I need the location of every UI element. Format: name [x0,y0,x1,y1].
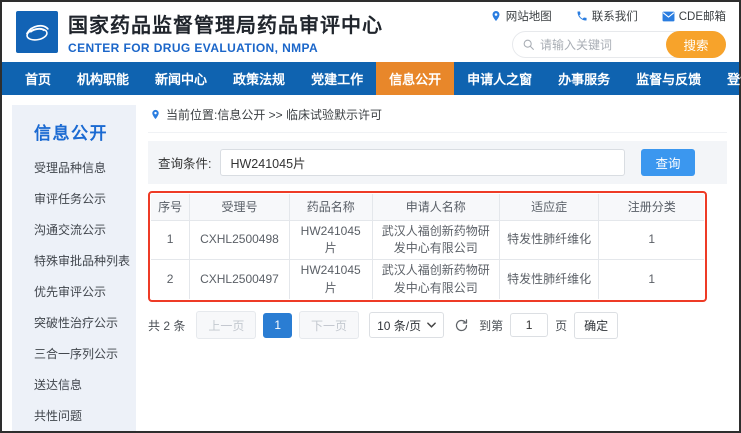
sidebar-item-common-issues[interactable]: 共性问题 [12,400,136,431]
col-header-applicant: 申请人名称 [372,194,499,220]
results-table-highlight-box: 序号 受理号 药品名称 申请人名称 适应症 注册分类 1 CXHL2500498 [148,191,707,302]
search-bar: 搜索 [512,31,726,58]
top-link-label: 联系我们 [592,8,638,24]
location-pin-icon [150,108,161,121]
main-panel: 当前位置:信息公开 >> 临床试验默示许可 查询条件: 查询 序号 受理号 药品… [148,105,727,431]
sidebar-item-priority-review[interactable]: 优先审评公示 [12,276,136,307]
breadcrumb: 当前位置:信息公开 >> 临床试验默示许可 [148,105,727,133]
phone-icon [576,10,588,22]
cell-acceptance-no: CXHL2500497 [190,260,290,299]
cell-drug-name: HW241045片 [289,260,372,299]
swan-swirl-icon [20,15,54,49]
sidebar-item-delivery-info[interactable]: 送达信息 [12,369,136,400]
cell-indication: 特发性肺纤维化 [499,220,599,260]
page-1-button[interactable]: 1 [263,313,292,338]
cell-drug-name: HW241045片 [289,220,372,260]
nav-item-home[interactable]: 首页 [12,62,64,95]
nav-item-functions[interactable]: 机构职能 [64,62,142,95]
top-link-label: 网站地图 [506,8,552,24]
col-header-index: 序号 [151,194,190,220]
nav-item-services[interactable]: 办事服务 [545,62,623,95]
sidebar-item-three-in-one[interactable]: 三合一序列公示 [12,338,136,369]
page-size-select[interactable]: 10 条/页 [369,312,444,338]
pagination-bar: 共 2 条 上一页 1 下一页 10 条/页 到第 页 [148,311,727,339]
query-label: 查询条件: [158,153,211,172]
cell-applicant: 武汉人福创新药物研发中心有限公司 [372,260,499,299]
results-table: 序号 受理号 药品名称 申请人名称 适应症 注册分类 1 CXHL2500498 [151,194,704,299]
nav-item-registration-platform[interactable]: 登记备案平台 [714,62,741,95]
main-nav: 首页 机构职能 新闻中心 政策法规 党建工作 信息公开 申请人之窗 办事服务 监… [2,62,739,95]
search-icon [522,38,535,51]
refresh-button[interactable] [451,318,472,333]
breadcrumb-text: 当前位置:信息公开 >> 临床试验默示许可 [166,106,382,123]
refresh-icon [454,318,469,333]
table-row: 1 CXHL2500498 HW241045片 武汉人福创新药物研发中心有限公司… [151,220,704,260]
prev-page-button[interactable]: 上一页 [196,311,256,339]
table-header-row: 序号 受理号 药品名称 申请人名称 适应症 注册分类 [151,194,704,220]
nav-item-applicant-window[interactable]: 申请人之窗 [454,62,545,95]
col-header-acceptance-no: 受理号 [190,194,290,220]
sidebar-item-special-approval[interactable]: 特殊审批品种列表 [12,245,136,276]
col-header-registration-class: 注册分类 [599,194,704,220]
nav-item-news[interactable]: 新闻中心 [142,62,220,95]
page-size-value: 10 条/页 [377,317,421,334]
cde-mail-link[interactable]: CDE邮箱 [662,8,726,24]
cell-acceptance-no: CXHL2500498 [190,220,290,260]
top-link-label: CDE邮箱 [679,8,726,24]
top-links: 网站地图 联系我们 CDE邮箱 [490,8,726,24]
nav-item-party[interactable]: 党建工作 [298,62,376,95]
cell-indication: 特发性肺纤维化 [499,260,599,299]
sidebar-item-communication[interactable]: 沟通交流公示 [12,214,136,245]
nav-item-policy[interactable]: 政策法规 [220,62,298,95]
sidebar-item-accepted-varieties[interactable]: 受理品种信息 [12,152,136,183]
col-header-drug-name: 药品名称 [289,194,372,220]
table-row: 2 CXHL2500497 HW241045片 武汉人福创新药物研发中心有限公司… [151,260,704,299]
query-input[interactable] [220,149,625,176]
site-title: 国家药品监督管理局药品审评中心 [68,9,383,38]
site-titles: 国家药品监督管理局药品审评中心 CENTER FOR DRUG EVALUATI… [68,9,383,55]
site-subtitle: CENTER FOR DRUG EVALUATION, NMPA [68,41,383,55]
cell-registration-class: 1 [599,220,704,260]
content: 信息公开 受理品种信息 审评任务公示 沟通交流公示 特殊审批品种列表 优先审评公… [2,95,739,431]
cell-index: 1 [151,220,190,260]
nav-item-supervision[interactable]: 监督与反馈 [623,62,714,95]
location-pin-icon [490,10,502,22]
goto-page-input[interactable] [510,313,548,337]
next-page-button[interactable]: 下一页 [299,311,359,339]
query-bar: 查询条件: 查询 [148,141,727,184]
goto-page-unit: 页 [555,317,567,334]
query-button[interactable]: 查询 [641,149,695,176]
contact-link[interactable]: 联系我们 [576,8,638,24]
site-header: 国家药品监督管理局药品审评中心 CENTER FOR DRUG EVALUATI… [2,2,739,62]
page: 国家药品监督管理局药品审评中心 CENTER FOR DRUG EVALUATI… [2,2,739,431]
cell-index: 2 [151,260,190,299]
chevron-down-icon [427,322,436,328]
sidebar-item-breakthrough-therapy[interactable]: 突破性治疗公示 [12,307,136,338]
mail-icon [662,11,675,22]
sidebar: 信息公开 受理品种信息 审评任务公示 沟通交流公示 特殊审批品种列表 优先审评公… [12,105,136,431]
goto-page-label: 到第 [479,317,503,334]
sidebar-title: 信息公开 [12,105,136,152]
cde-logo[interactable] [16,11,58,53]
search-button[interactable]: 搜索 [666,31,726,58]
cell-registration-class: 1 [599,260,704,299]
header-right: 网站地图 联系我们 CDE邮箱 [490,6,726,58]
col-header-indication: 适应症 [499,194,599,220]
total-count-label: 共 2 条 [148,317,185,334]
cell-applicant: 武汉人福创新药物研发中心有限公司 [372,220,499,260]
search-input[interactable] [540,38,662,52]
confirm-button[interactable]: 确定 [574,312,618,339]
nav-item-info-disclosure[interactable]: 信息公开 [376,62,454,95]
sitemap-link[interactable]: 网站地图 [490,8,552,24]
sidebar-item-review-tasks[interactable]: 审评任务公示 [12,183,136,214]
